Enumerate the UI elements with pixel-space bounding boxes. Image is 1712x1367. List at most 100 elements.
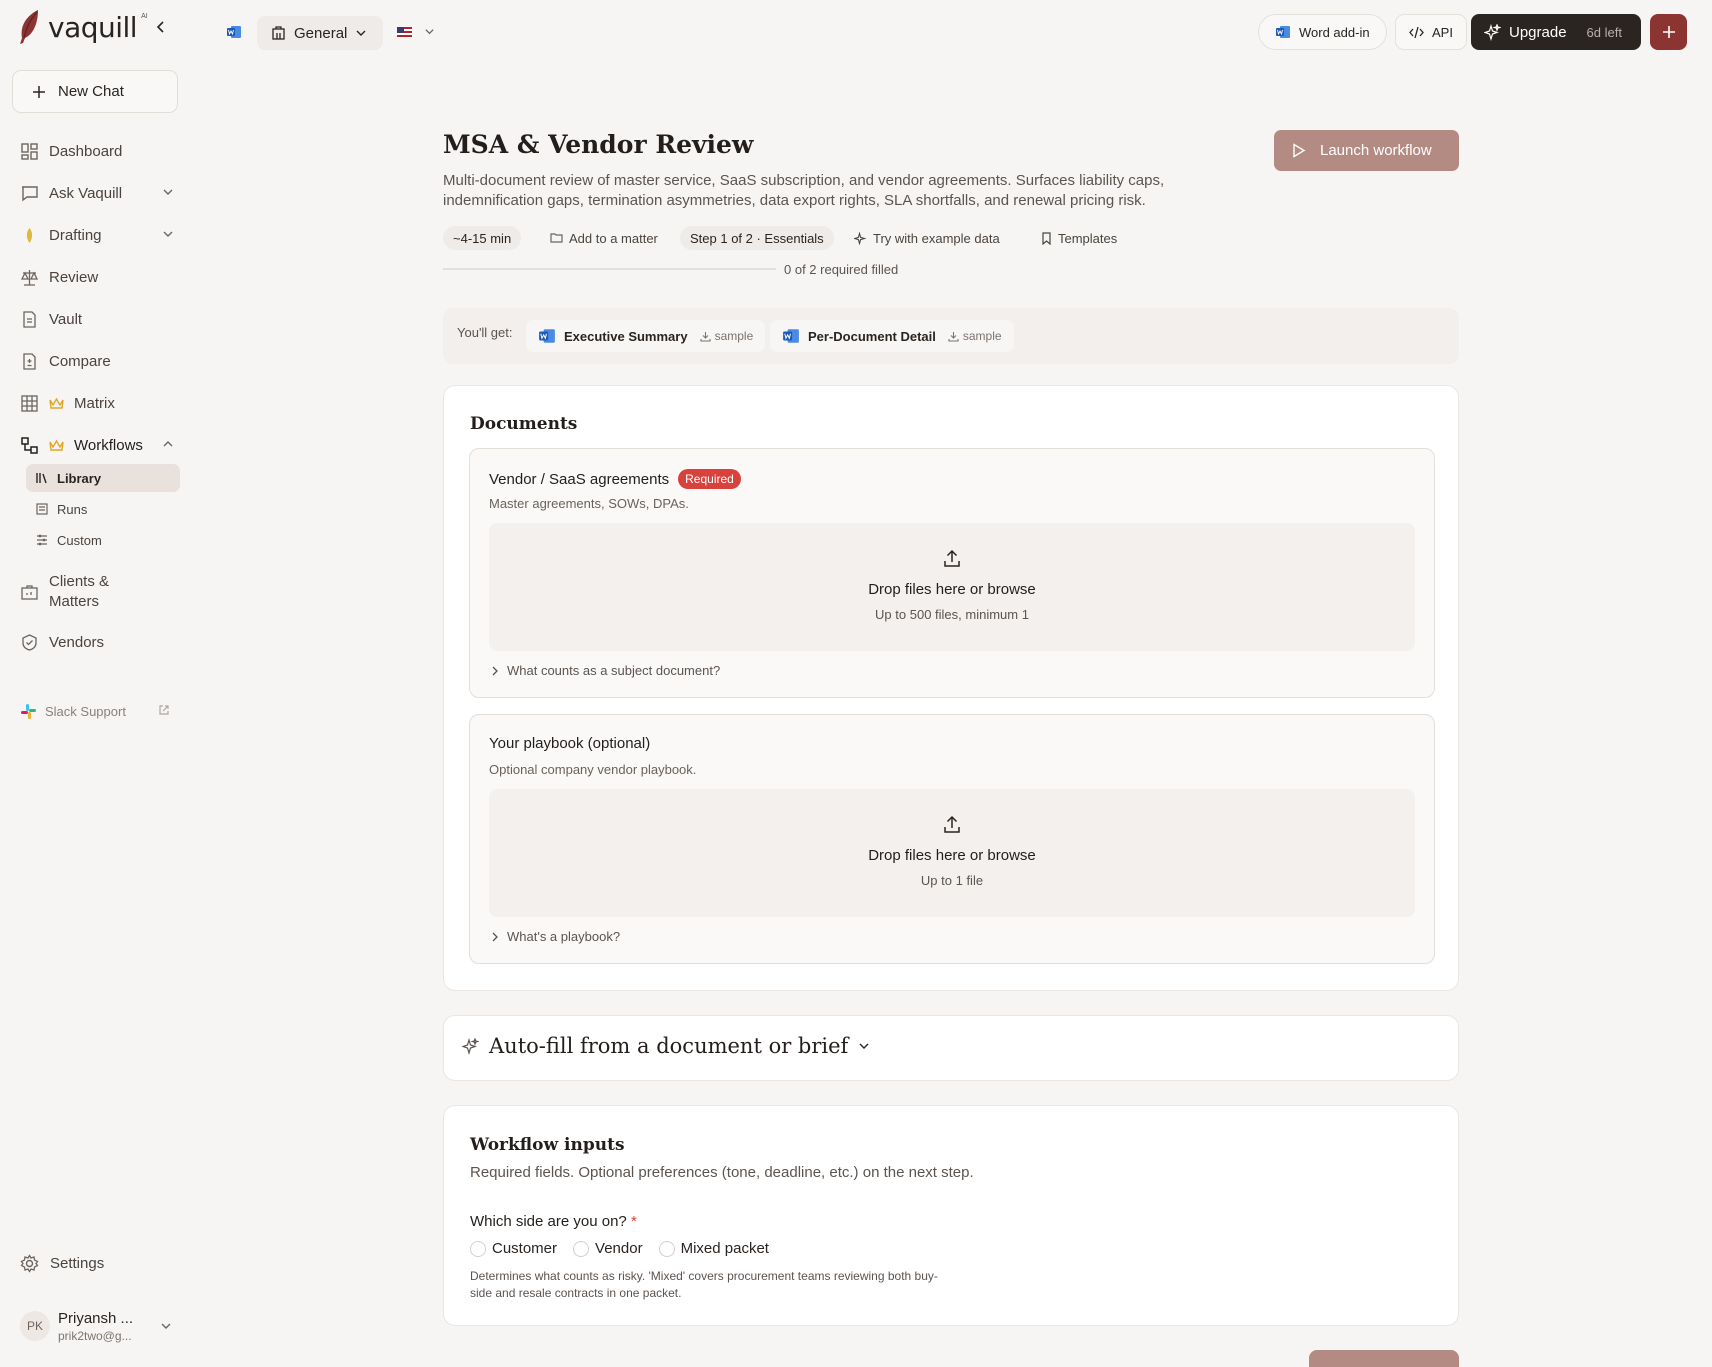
- page-description: Multi-document review of master service,…: [443, 172, 1165, 209]
- sidebar: vaquill AI New Chat Dashboard Ask Vaquil…: [0, 0, 190, 1367]
- upload-icon: [944, 549, 960, 567]
- question-text: Which side are you on?: [470, 1213, 627, 1230]
- download-sample-link[interactable]: sample: [700, 329, 754, 343]
- sidebar-item-dashboard[interactable]: Dashboard: [20, 137, 180, 165]
- dropzone-title: Drop files here or browse: [868, 847, 1036, 864]
- playbook-help-toggle[interactable]: What's a playbook?: [490, 929, 620, 944]
- side-radio-group: Customer Vendor Mixed packet: [470, 1240, 769, 1257]
- radio-label: Mixed packet: [680, 1240, 769, 1257]
- vendor-agreements-dropzone[interactable]: Drop files here or browse Up to 500 file…: [489, 523, 1415, 651]
- word-addin-button[interactable]: Word add-in: [1258, 14, 1387, 50]
- radio-button[interactable]: [470, 1240, 486, 1257]
- radio-mixed-packet[interactable]: Mixed packet: [658, 1240, 769, 1257]
- sidebar-item-ask-vaquill[interactable]: Ask Vaquill: [20, 179, 180, 207]
- radio-vendor[interactable]: Vendor: [573, 1240, 643, 1257]
- sidebar-subitem-custom[interactable]: Custom: [26, 526, 180, 554]
- sidebar-subitem-label: Runs: [57, 501, 88, 517]
- library-icon: [36, 473, 47, 484]
- sidebar-item-label: Workflows: [74, 436, 143, 454]
- autofill-toggle[interactable]: Auto-fill from a document or brief: [462, 1034, 870, 1058]
- workspace-selector[interactable]: General: [257, 16, 383, 50]
- word-icon[interactable]: [226, 25, 242, 39]
- folder-icon: [550, 233, 563, 243]
- deliverable-executive-summary[interactable]: Executive Summary sample: [526, 320, 766, 352]
- upgrade-button[interactable]: Upgrade 6d left: [1471, 14, 1641, 50]
- radio-button[interactable]: [658, 1240, 675, 1257]
- locale-selector[interactable]: [397, 26, 435, 37]
- launch-workflow-button[interactable]: Launch workflow: [1274, 130, 1459, 171]
- collapse-sidebar-button[interactable]: [154, 20, 168, 34]
- add-to-matter-button[interactable]: Add to a matter: [550, 226, 658, 250]
- workflow-inputs-subtitle: Required fields. Optional preferences (t…: [470, 1164, 974, 1181]
- word-icon: [783, 329, 799, 343]
- sliders-icon: [37, 534, 47, 546]
- external-link-icon: [159, 705, 169, 715]
- help-label: What counts as a subject document?: [507, 663, 721, 678]
- chat-bubble-icon: [22, 185, 38, 201]
- sidebar-item-label: Ask Vaquill: [49, 184, 123, 202]
- sidebar-item-drafting[interactable]: Drafting: [20, 221, 180, 249]
- sidebar-subitem-runs[interactable]: Runs: [26, 495, 180, 523]
- upload-group-title-text: Vendor / SaaS agreements: [489, 470, 670, 488]
- sidebar-item-label: Clients & Matters: [49, 573, 110, 610]
- deliverable-label: Executive Summary: [564, 328, 688, 344]
- grid-icon: [21, 394, 38, 412]
- upgrade-label: Upgrade: [1509, 23, 1567, 41]
- subject-document-help-toggle[interactable]: What counts as a subject document?: [490, 663, 720, 678]
- upload-group-title-text: Your playbook (optional): [489, 735, 651, 752]
- bookmark-icon: [1042, 231, 1051, 245]
- brand-logo[interactable]: vaquill AI: [16, 8, 148, 46]
- progress-text: 0 of 2 required filled: [784, 262, 899, 277]
- settings-button[interactable]: Settings: [20, 1254, 104, 1273]
- sidebar-item-compare[interactable]: Compare: [20, 347, 180, 375]
- playbook-dropzone[interactable]: Drop files here or browse Up to 1 file: [489, 789, 1415, 917]
- chevron-down-icon: [163, 231, 173, 237]
- compare-doc-icon: [23, 352, 36, 370]
- sidebar-item-clients-matters[interactable]: Clients & Matters: [20, 570, 180, 614]
- sidebar-item-vault[interactable]: Vault: [20, 305, 180, 333]
- radio-customer[interactable]: Customer: [470, 1240, 557, 1257]
- user-email: prik2two@g...: [58, 1328, 132, 1343]
- new-chat-button[interactable]: New Chat: [12, 70, 178, 113]
- sidebar-item-vendors[interactable]: Vendors: [20, 628, 180, 656]
- word-icon: [1276, 26, 1290, 38]
- play-icon: [1293, 143, 1306, 158]
- sparkle-icon: [854, 231, 867, 245]
- radio-button[interactable]: [573, 1240, 590, 1257]
- templates-button[interactable]: Templates: [1041, 226, 1117, 250]
- api-button[interactable]: API: [1395, 14, 1467, 50]
- new-chat-label: New Chat: [58, 83, 124, 100]
- us-flag-icon: [397, 26, 412, 37]
- sidebar-item-matrix[interactable]: Matrix: [20, 389, 180, 417]
- user-menu[interactable]: PK Priyansh ... prik2two@g...: [20, 1306, 172, 1346]
- required-badge: Required: [678, 469, 741, 489]
- sidebar-subitem-library[interactable]: Library: [26, 464, 180, 492]
- try-example-label: Try with example data: [873, 230, 1000, 246]
- plus-icon: [33, 85, 45, 98]
- add-button[interactable]: [1650, 14, 1687, 50]
- sidebar-subitem-label: Library: [57, 470, 102, 486]
- upload-group-title: Vendor / SaaS agreements Required: [489, 469, 741, 489]
- gear-icon: [20, 1254, 39, 1273]
- slack-icon: [21, 703, 36, 719]
- sidebar-item-label: Vendors: [49, 633, 105, 651]
- page-title: MSA & Vendor Review: [443, 130, 754, 159]
- sidebar-item-label: Compare: [49, 352, 111, 370]
- sparkle-icon: [1484, 23, 1501, 41]
- sample-label: sample: [714, 329, 754, 343]
- try-example-button[interactable]: Try with example data: [854, 226, 1000, 250]
- sidebar-item-review[interactable]: Review: [20, 263, 180, 291]
- sidebar-item-workflows[interactable]: Workflows: [20, 431, 180, 459]
- workflow-inputs-title: Workflow inputs: [470, 1135, 625, 1155]
- deliverables-bar: You'll get: Executive Summary sample Per…: [443, 308, 1459, 364]
- upload-group-subtitle: Optional company vendor playbook.: [489, 762, 697, 777]
- user-name: Priyansh ...: [58, 1309, 134, 1327]
- dropzone-limit: Up to 500 files, minimum 1: [875, 607, 1029, 622]
- slack-support-link[interactable]: Slack Support: [20, 700, 170, 722]
- upload-group-subtitle: Master agreements, SOWs, DPAs.: [489, 496, 689, 511]
- pen-nib-icon: [26, 227, 33, 243]
- download-sample-link[interactable]: sample: [948, 329, 1002, 343]
- next-step-button[interactable]: [1309, 1350, 1459, 1367]
- word-icon: [539, 329, 555, 343]
- deliverable-per-document-detail[interactable]: Per-Document Detail sample: [770, 320, 1014, 352]
